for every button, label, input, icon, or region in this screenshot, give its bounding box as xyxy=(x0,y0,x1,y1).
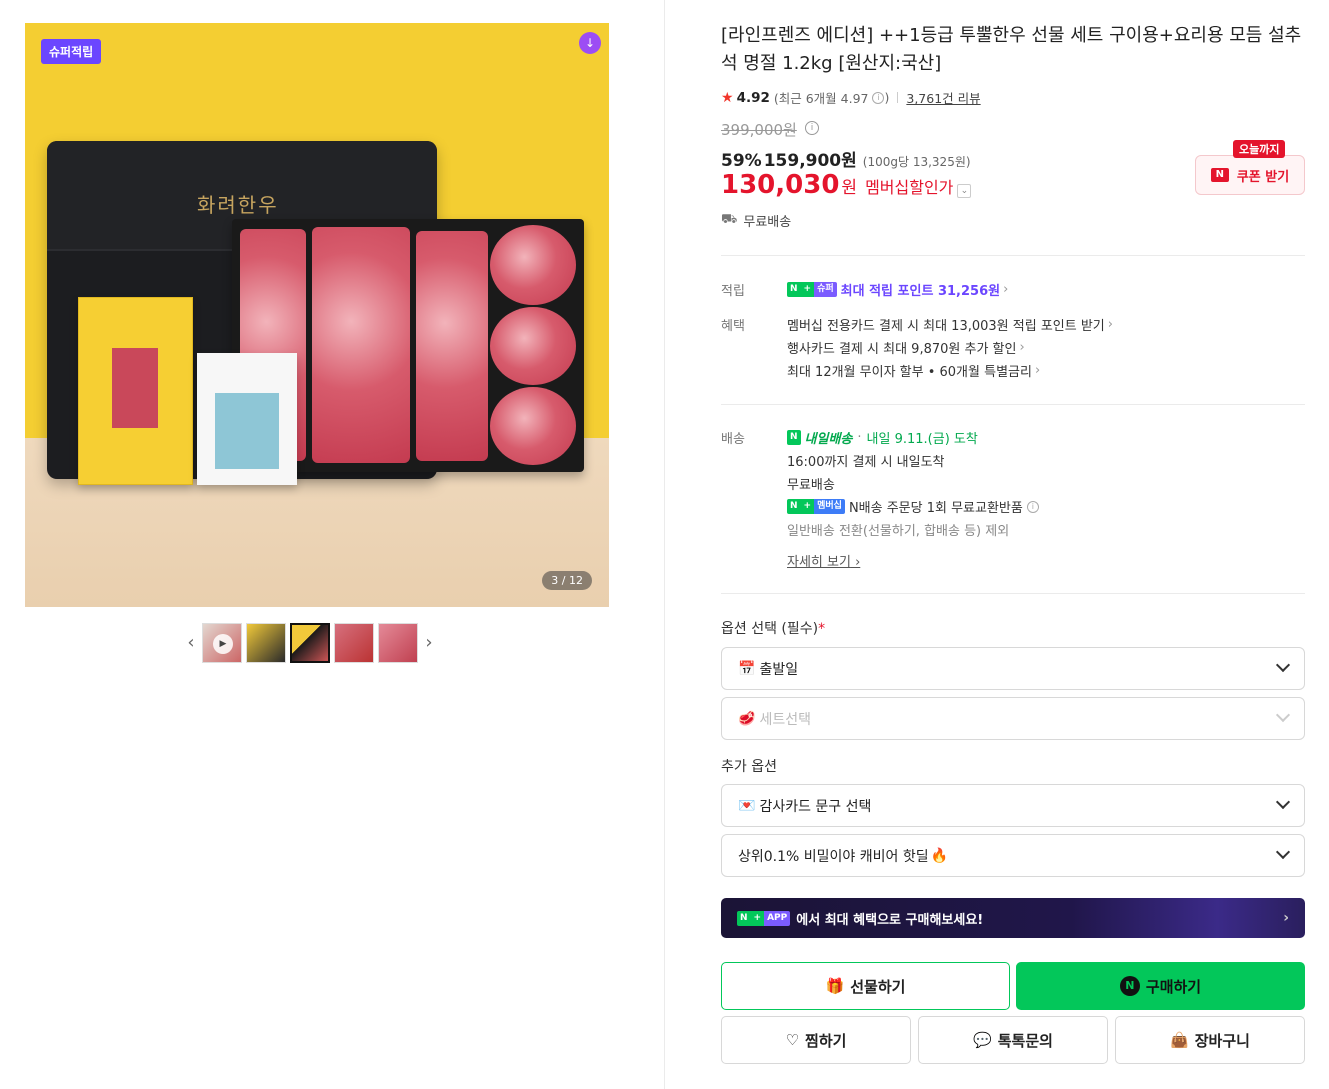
gift-button[interactable]: 🎁 선물하기 xyxy=(721,962,1010,1010)
benefit-line-3[interactable]: 최대 12개월 무이자 할부 • 60개월 특별금리 › xyxy=(787,361,1040,380)
rating-score: 4.92 xyxy=(736,89,770,106)
product-title: [라인프렌즈 에디션] ++1등급 투뿔한우 선물 세트 구이용+요리용 모듬 … xyxy=(721,25,1302,74)
thumbnail-5[interactable] xyxy=(378,623,418,663)
price-row: 59% 159,900원 (100g당 13,325원) xyxy=(721,146,971,171)
info-icon[interactable]: i xyxy=(1026,500,1039,513)
sale-price: 159,900원 xyxy=(763,151,857,171)
info-icon[interactable]: i xyxy=(872,91,885,104)
buy-button[interactable]: N 구매하기 xyxy=(1016,962,1305,1010)
talk-inquiry-button[interactable]: 💬 톡톡문의 xyxy=(918,1016,1108,1064)
naver-n-icon: N xyxy=(1210,168,1229,182)
truck-icon: ⛟ xyxy=(721,212,738,227)
exchange-line: N + 멤버십 N배송 주문당 1회 무료교환반품 i xyxy=(787,497,1039,516)
chevron-down-icon[interactable]: ⌄ xyxy=(957,184,972,198)
thanks-card-select[interactable]: 💌 감사카드 문구 선택 xyxy=(721,784,1305,827)
super-points-badge: 슈퍼적립 xyxy=(41,39,102,64)
chat-icon: 💬 xyxy=(973,1031,992,1049)
member-price-label: 멤버십할인가 xyxy=(865,178,954,197)
play-icon: ▶ xyxy=(213,634,233,654)
heart-icon: ♡ xyxy=(785,1031,800,1049)
original-price: 399,000원 xyxy=(721,121,797,139)
prev-thumb-arrow[interactable]: ‹ xyxy=(182,623,200,663)
set-select[interactable]: 🥩 세트선택 xyxy=(721,697,1305,740)
n-delivery-icon: N xyxy=(787,430,801,445)
thumbnail-1[interactable]: ▶ xyxy=(202,623,242,663)
thumbnail-strip: ‹ ▶ › xyxy=(182,623,438,663)
excluded-line: 일반배송 전환(선물하기, 합배송 등) 제외 xyxy=(787,524,1010,539)
line-friends-card xyxy=(78,297,193,485)
extra-option-title: 추가 옵션 xyxy=(721,759,777,775)
n-plus-app-icon: N + APP xyxy=(737,910,791,926)
thumbnail-4[interactable] xyxy=(334,623,374,663)
brown-card xyxy=(197,353,297,485)
points-label: 적립 xyxy=(721,284,745,299)
chevron-right-icon: › xyxy=(1003,282,1009,297)
naver-n-icon: N xyxy=(1119,976,1140,996)
chevron-down-icon xyxy=(1275,794,1291,810)
fire-icon: 🔥 xyxy=(930,847,949,864)
n-plus-membership-icon: N + 멤버십 xyxy=(787,499,845,514)
discount-rate: 59% xyxy=(721,151,762,171)
recent-rating: (최근 6개월 4.97 xyxy=(773,91,869,106)
option-title: 옵션 선택 (필수)* xyxy=(721,621,826,637)
gift-icon: 🎁 xyxy=(825,977,845,995)
caviar-select[interactable]: 상위0.1% 비밀이야 캐비어 핫딜 🔥 xyxy=(721,834,1305,877)
points-line[interactable]: N + 슈퍼 최대 적립 포인트 31,256원 › xyxy=(787,280,1008,299)
chevron-right-icon: › xyxy=(1283,910,1289,926)
thumbnail-3[interactable] xyxy=(290,623,330,663)
coupon-today-tag: 오늘까지 xyxy=(1233,140,1286,158)
cart-button[interactable]: 👜 장바구니 xyxy=(1115,1016,1305,1064)
cutoff-line: 16:00까지 결제 시 내일도착 xyxy=(787,455,945,470)
product-page: 화려한우 슈퍼적립 ↓ 3 / 12 ‹ ▶ › [라인프렌즈 에디션] ++1… xyxy=(0,0,1329,1089)
price-info-icon[interactable]: i xyxy=(805,121,819,135)
column-divider xyxy=(664,0,665,1089)
thumbnail-2[interactable] xyxy=(246,623,286,663)
departure-date-select[interactable]: 📅 출발일 xyxy=(721,647,1305,690)
benefit-line-1[interactable]: 멤버십 전용카드 결제 시 최대 13,003원 적립 포인트 받기 › xyxy=(787,315,1113,334)
star-icon: ★ xyxy=(721,89,734,106)
chevron-down-icon xyxy=(1275,657,1291,673)
review-link[interactable]: 3,761건 리뷰 xyxy=(906,88,980,107)
envelope-icon: 💌 xyxy=(738,797,756,814)
chevron-down-icon xyxy=(1275,707,1291,723)
more-details-link[interactable]: 자세히 보기 › xyxy=(787,551,860,570)
main-product-image[interactable]: 화려한우 슈퍼적립 ↓ 3 / 12 xyxy=(25,23,609,607)
benefit-label: 혜택 xyxy=(721,319,745,334)
delivery-label: 배송 xyxy=(721,432,745,447)
rating-row: ★ 4.92 (최근 6개월 4.97 i ) 3,761건 리뷰 xyxy=(721,88,981,107)
bag-logo: 화려한우 xyxy=(197,193,279,217)
free-delivery-line: 무료배송 xyxy=(787,478,835,493)
tomorrow-delivery-line: N 내일배송 · 내일 9.11.(금) 도착 xyxy=(787,428,978,447)
unit-price: (100g당 13,325원) xyxy=(862,155,971,169)
download-icon[interactable]: ↓ xyxy=(579,32,601,54)
calendar-icon: 📅 xyxy=(738,660,756,677)
chevron-down-icon xyxy=(1275,844,1291,860)
coupon-button[interactable]: N 쿠폰 받기 xyxy=(1195,155,1305,195)
shopping-bag-icon: 👜 xyxy=(1170,1031,1189,1049)
steak-icon: 🥩 xyxy=(738,710,756,727)
image-counter: 3 / 12 xyxy=(542,571,592,590)
member-price-row: 130,030 원 멤버십할인가 ⌄ xyxy=(721,170,972,200)
member-price: 130,030 xyxy=(721,170,840,200)
wishlist-button[interactable]: ♡ 찜하기 xyxy=(721,1016,911,1064)
benefit-line-2[interactable]: 행사카드 결제 시 최대 9,870원 추가 할인 › xyxy=(787,338,1025,357)
app-banner[interactable]: N + APP 에서 최대 혜택으로 구매해보세요! › xyxy=(721,898,1305,938)
next-thumb-arrow[interactable]: › xyxy=(420,623,438,663)
shipping-row: ⛟ 무료배송 xyxy=(721,212,792,230)
n-plus-super-icon: N + 슈퍼 xyxy=(787,282,837,297)
